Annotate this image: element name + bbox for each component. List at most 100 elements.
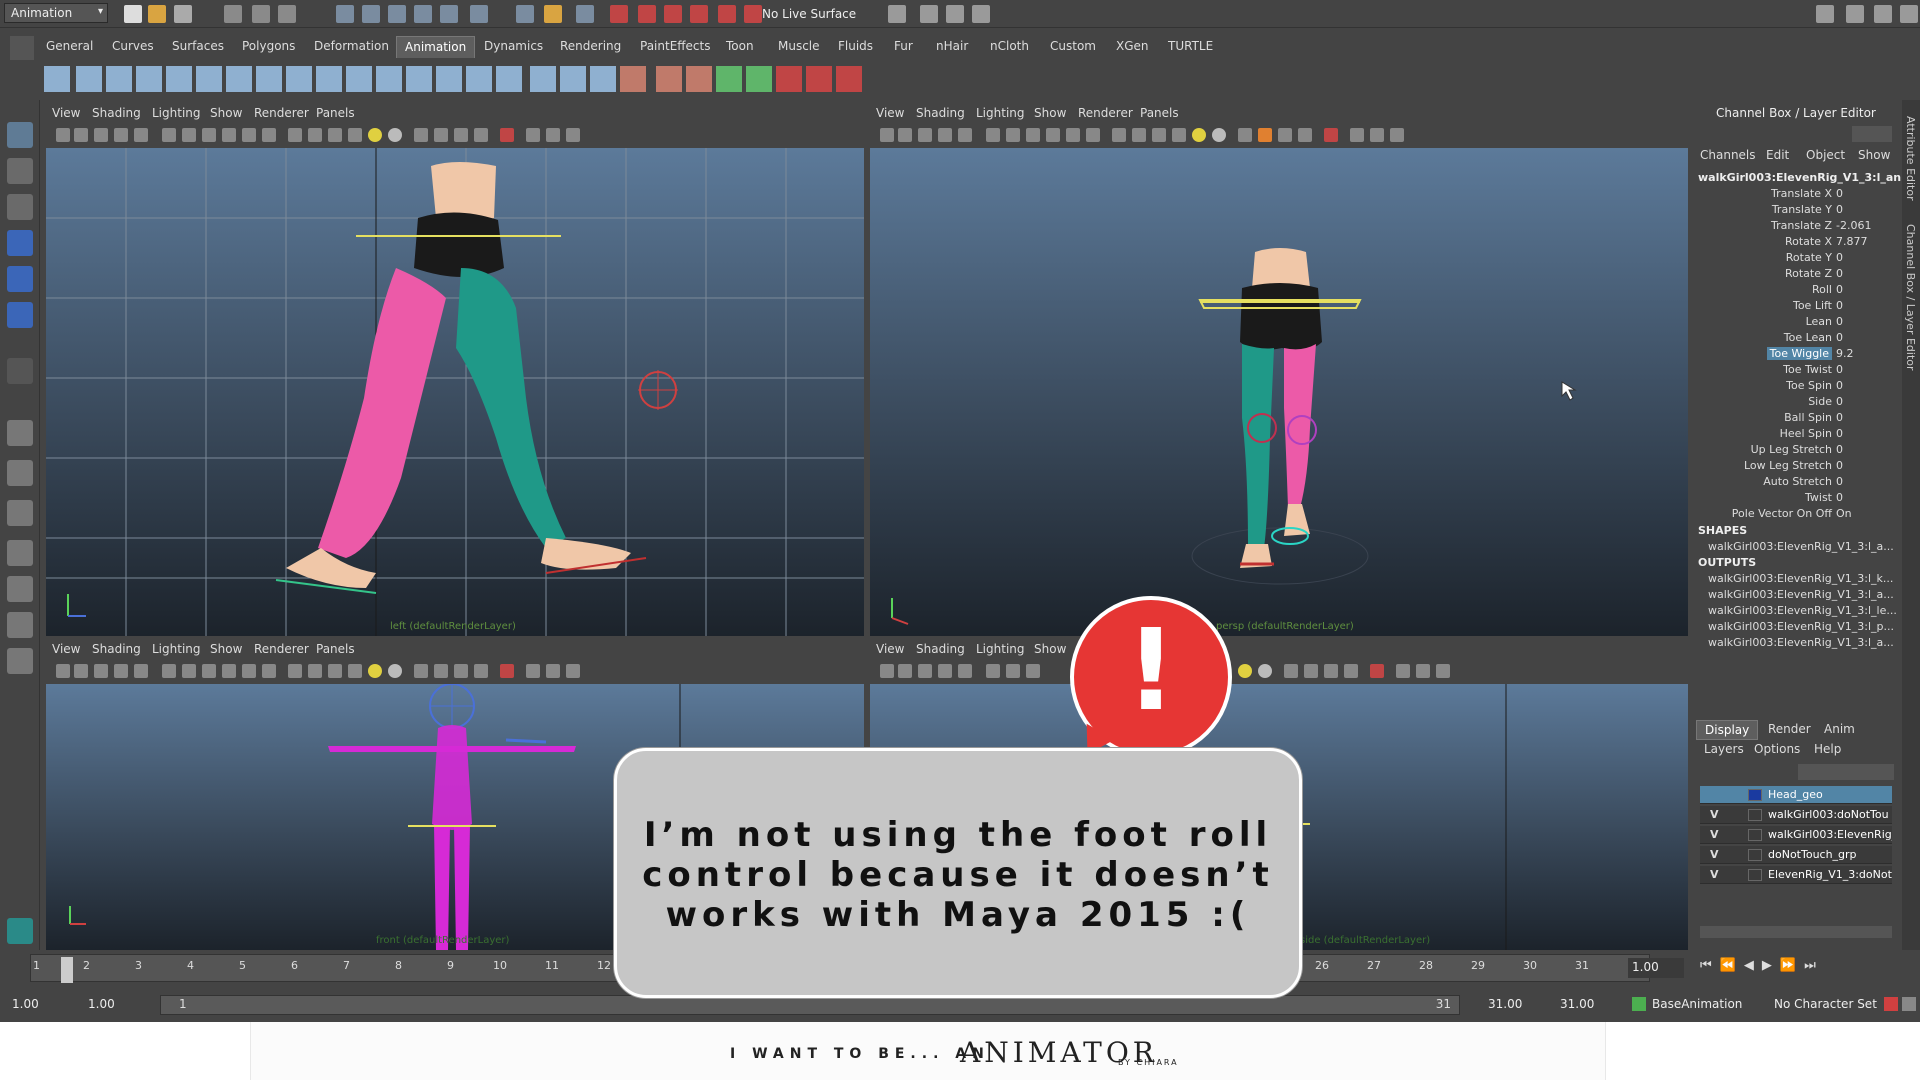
wire-icon[interactable]	[590, 66, 616, 92]
field-chart-icon[interactable]	[1046, 128, 1060, 142]
safe-action-icon[interactable]	[1066, 128, 1080, 142]
menu-show[interactable]: Show	[210, 642, 242, 656]
channel-box-tools-icon[interactable]	[1852, 126, 1892, 142]
xray-joints-icon[interactable]	[546, 664, 560, 678]
camera-icon[interactable]	[880, 664, 894, 678]
walking-legs-side-view[interactable]	[46, 148, 864, 636]
grid-icon[interactable]	[958, 664, 972, 678]
layer-visibility-toggle[interactable]: V	[1710, 868, 1719, 881]
snap-grid-icon[interactable]	[336, 5, 354, 23]
tab-display[interactable]: Display	[1696, 720, 1759, 740]
menu-lighting[interactable]: Lighting	[976, 106, 1025, 120]
orient-constraint-icon[interactable]	[346, 66, 372, 92]
workspace-icon[interactable]	[1846, 5, 1864, 23]
channel-row[interactable]: Translate X 0	[1698, 187, 1898, 203]
wireframe-on-shaded-icon[interactable]	[1152, 128, 1166, 142]
motion-path-icon[interactable]	[746, 66, 772, 92]
output-node[interactable]: walkGirl003:ElevenRig_V1_3:l_k...	[1708, 572, 1893, 585]
ipr-render-icon[interactable]	[638, 5, 656, 23]
graph-editor-icon[interactable]	[836, 66, 862, 92]
camera-attr-icon[interactable]	[74, 664, 88, 678]
film-gate-icon[interactable]	[162, 128, 176, 142]
start-time-field[interactable]: 1.00	[8, 995, 43, 1015]
snap-point-icon[interactable]	[388, 5, 406, 23]
tab-nhair[interactable]: nHair	[928, 36, 976, 58]
channel-row[interactable]: Low Leg Stretch 0	[1698, 459, 1898, 475]
joint-tool-icon[interactable]	[136, 66, 162, 92]
render-view-icon[interactable]	[718, 5, 736, 23]
motion-blur-icon[interactable]	[1258, 128, 1272, 142]
walking-legs-persp-view[interactable]	[870, 148, 1688, 636]
sidebar-toggle-icon[interactable]	[972, 5, 990, 23]
snap-plane-icon[interactable]	[414, 5, 432, 23]
menu-object[interactable]: Object	[1806, 148, 1845, 162]
channel-value[interactable]: 0	[1836, 459, 1843, 472]
workspace-icon[interactable]	[1874, 5, 1892, 23]
channel-value[interactable]: 7.877	[1836, 235, 1868, 248]
channel-value[interactable]: 0	[1836, 203, 1843, 216]
menu-shading[interactable]: Shading	[916, 642, 965, 656]
menu-edit[interactable]: Edit	[1766, 148, 1789, 162]
channel-value[interactable]: 0	[1836, 331, 1843, 344]
smooth-shade-icon[interactable]	[1132, 128, 1146, 142]
parent-constraint-icon[interactable]	[406, 66, 432, 92]
history-icon[interactable]	[470, 5, 488, 23]
depth-of-field-icon[interactable]	[1298, 128, 1312, 142]
menu-show[interactable]: Show	[1858, 148, 1890, 162]
render-icon[interactable]	[610, 5, 628, 23]
layer-visibility-toggle[interactable]: V	[1710, 808, 1719, 821]
lights-icon[interactable]	[1192, 128, 1206, 142]
menu-panels[interactable]: Panels	[1140, 106, 1179, 120]
motion-blur-icon[interactable]	[1304, 664, 1318, 678]
lattice-icon[interactable]	[560, 66, 586, 92]
grid-icon[interactable]	[134, 128, 148, 142]
channel-row[interactable]: Pole Vector On Off On	[1698, 507, 1898, 523]
tab-dynamics[interactable]: Dynamics	[476, 36, 551, 58]
tab-painteffects[interactable]: PaintEffects	[632, 36, 718, 58]
channel-row[interactable]: Rotate Z 0	[1698, 267, 1898, 283]
menu-panels[interactable]: Panels	[316, 642, 355, 656]
construction-history-icon[interactable]	[576, 5, 594, 23]
layer-tools-icon[interactable]	[1798, 764, 1894, 780]
shadows-icon[interactable]	[388, 664, 402, 678]
gate-mask-icon[interactable]	[1026, 128, 1040, 142]
xray-icon[interactable]	[1396, 664, 1410, 678]
tab-custom[interactable]: Custom	[1042, 36, 1104, 58]
layer-row[interactable]: V ElevenRig_V1_3:doNot	[1700, 866, 1892, 884]
channel-value[interactable]: 0	[1836, 363, 1843, 376]
set-key-icon[interactable]	[44, 66, 70, 92]
bind-skin-icon[interactable]	[226, 66, 252, 92]
menu-lighting[interactable]: Lighting	[976, 642, 1025, 656]
xray-icon[interactable]	[1350, 128, 1364, 142]
layer-row[interactable]: Head_geo	[1700, 786, 1892, 804]
blend-shape-icon[interactable]	[620, 66, 646, 92]
new-scene-icon[interactable]	[124, 5, 142, 23]
aim-constraint-icon[interactable]	[316, 66, 342, 92]
geometry-constraint-icon[interactable]	[466, 66, 492, 92]
xray-components-icon[interactable]	[566, 128, 580, 142]
resolution-gate-icon[interactable]	[1006, 664, 1020, 678]
snap-live-icon[interactable]	[440, 5, 458, 23]
isolate-select-icon[interactable]	[500, 664, 514, 678]
tab-muscle[interactable]: Muscle	[770, 36, 828, 58]
shape-node[interactable]: walkGirl003:ElevenRig_V1_3:l_a...	[1708, 540, 1894, 553]
tab-animation[interactable]: Animation	[396, 36, 476, 58]
field-chart-icon[interactable]	[222, 128, 236, 142]
tab-surfaces[interactable]: Surfaces	[164, 36, 232, 58]
ssao-icon[interactable]	[1284, 664, 1298, 678]
sidebar-toggle-icon[interactable]	[920, 5, 938, 23]
tab-polygons[interactable]: Polygons	[234, 36, 303, 58]
image-plane-icon[interactable]	[114, 664, 128, 678]
layout-script-icon[interactable]	[7, 648, 33, 674]
ghost-icon[interactable]	[776, 66, 802, 92]
tab-turtle[interactable]: TURTLE	[1160, 36, 1221, 58]
menu-channels[interactable]: Channels	[1700, 148, 1756, 162]
motion-blur-icon[interactable]	[434, 664, 448, 678]
channel-row[interactable]: Heel Spin 0	[1698, 427, 1898, 443]
gate-mask-icon[interactable]	[202, 128, 216, 142]
channel-value[interactable]: 0	[1836, 475, 1843, 488]
depth-of-field-icon[interactable]	[474, 664, 488, 678]
tab-xgen[interactable]: XGen	[1108, 36, 1157, 58]
layer-visibility-toggle[interactable]: V	[1710, 828, 1719, 841]
gate-mask-icon[interactable]	[1026, 664, 1040, 678]
